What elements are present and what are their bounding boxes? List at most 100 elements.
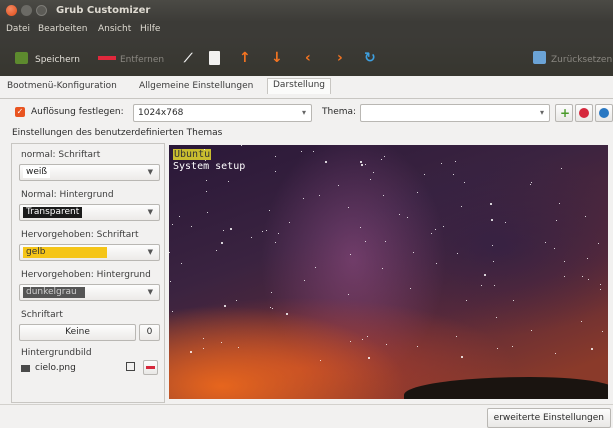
font-size-field[interactable]: 0 [139, 324, 160, 341]
preview-star [204, 149, 205, 150]
preview-star [361, 164, 363, 166]
preview-star [203, 348, 204, 349]
chevron-down-icon: ▾ [539, 108, 544, 117]
preview-star [275, 171, 276, 172]
preview-star [221, 242, 223, 244]
add-theme-button[interactable]: + [555, 104, 573, 122]
image-file-icon [21, 365, 30, 372]
preview-star [360, 227, 361, 228]
preview-star [441, 163, 442, 164]
preview-star [461, 356, 463, 358]
preview-star [221, 342, 222, 343]
preview-star [587, 258, 588, 259]
preview-star [172, 224, 173, 225]
theme-select[interactable]: ▾ [360, 104, 550, 122]
preview-star [206, 180, 207, 181]
menu-hilfe[interactable]: Hilfe [140, 24, 160, 34]
font-size-value: 0 [146, 327, 153, 337]
preview-star [365, 241, 366, 242]
preview-star [466, 300, 467, 301]
preview-star [484, 274, 486, 276]
preview-star [585, 216, 586, 217]
font-label: Schriftart [21, 310, 63, 320]
normal-font-select[interactable]: weiß ▼ [19, 164, 160, 181]
preview-star [313, 151, 314, 152]
preview-star [383, 195, 384, 196]
preview-star [370, 179, 371, 180]
preview-star [169, 252, 170, 253]
close-window-button[interactable] [6, 5, 17, 16]
revert-button[interactable]: Zurücksetzen [551, 55, 612, 65]
tab-bar: Bootmenü-Konfiguration Allgemeine Einste… [0, 76, 613, 99]
advanced-settings-button[interactable]: erweiterte Einstellungen [486, 408, 611, 428]
preview-star [453, 174, 454, 175]
remove-theme-button[interactable] [575, 104, 593, 122]
menu-datei[interactable]: Datei [6, 24, 30, 34]
remove-button[interactable]: Entfernen [120, 55, 164, 65]
preview-star [490, 203, 492, 205]
preview-star [600, 289, 601, 290]
preview-star [386, 344, 387, 345]
highlight-bg-select[interactable]: dunkelgrau ▼ [19, 284, 160, 301]
maximize-window-button[interactable] [36, 5, 47, 16]
preview-star [181, 263, 182, 264]
preview-star [385, 241, 386, 242]
font-chooser-button[interactable]: Keine [19, 324, 136, 341]
remove-image-button[interactable] [143, 360, 158, 375]
normal-bg-select[interactable]: Transparent ▼ [19, 204, 160, 221]
new-entry-icon[interactable] [209, 51, 220, 65]
preview-star [591, 348, 593, 350]
move-left-icon[interactable]: ‹ [305, 51, 311, 65]
menu-bearbeiten[interactable]: Bearbeiten [38, 24, 87, 34]
highlight-bg-label: Hervorgehoben: Hintergrund [21, 270, 151, 280]
move-up-icon[interactable]: ↑ [239, 51, 251, 65]
edit-wand-icon[interactable]: ⟋ [184, 51, 192, 65]
preview-star [170, 281, 171, 282]
preview-star [348, 294, 349, 295]
resolution-input[interactable]: 1024x768 ▾ [133, 104, 312, 122]
status-bar: erweiterte Einstellungen [0, 404, 613, 428]
font-value: Keine [65, 327, 90, 337]
highlight-font-select[interactable]: gelb ▼ [19, 244, 160, 261]
resolution-checkbox[interactable]: ✓ [15, 107, 25, 117]
highlight-font-value: gelb [23, 247, 107, 258]
plus-icon: + [560, 106, 571, 120]
preview-star [278, 233, 279, 234]
menu-ansicht[interactable]: Ansicht [98, 24, 131, 34]
preview-star [362, 339, 363, 340]
preview-star [424, 174, 425, 175]
preview-star [230, 228, 232, 230]
refresh-icon[interactable]: ↻ [364, 51, 376, 65]
tab-bootmenu[interactable]: Bootmenü-Konfiguration [7, 81, 117, 91]
preview-star [269, 210, 270, 211]
help-button[interactable] [595, 104, 613, 122]
chevron-down-icon: ▼ [147, 168, 153, 176]
preview-star [367, 336, 368, 337]
preview-star [262, 231, 263, 232]
preview-star [216, 250, 217, 251]
preview-star [456, 336, 457, 337]
move-right-icon[interactable]: › [337, 51, 343, 65]
preview-star [492, 245, 493, 246]
tab-appearance[interactable]: Darstellung [267, 78, 332, 94]
preview-star [555, 353, 556, 354]
resolution-label: Auflösung festlegen: [31, 107, 124, 117]
highlight-bg-value: dunkelgrau [23, 287, 85, 298]
preview-star [435, 229, 436, 230]
theme-label: Thema: [322, 107, 357, 117]
menu-bar: Datei Bearbeiten Ansicht Hilfe [0, 22, 613, 36]
minimize-window-button[interactable] [21, 5, 32, 16]
preview-star [206, 191, 207, 192]
tab-general-settings[interactable]: Allgemeine Einstellungen [139, 81, 253, 91]
preview-star [304, 280, 305, 281]
preview-star [348, 207, 349, 208]
save-button[interactable]: Speichern [35, 55, 80, 65]
preview-star [320, 360, 321, 361]
preview-star [497, 348, 498, 349]
preview-star [238, 347, 239, 348]
choose-image-button[interactable] [124, 360, 139, 375]
title-bar: Grub Customizer [0, 0, 613, 22]
move-down-icon[interactable]: ↓ [271, 51, 283, 65]
preview-star [530, 184, 531, 185]
preview-star [600, 284, 601, 285]
